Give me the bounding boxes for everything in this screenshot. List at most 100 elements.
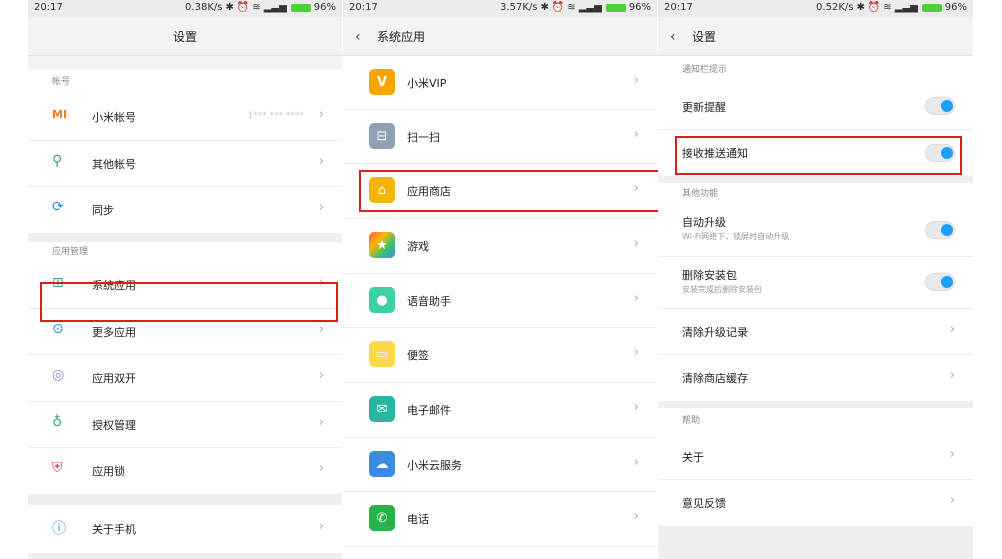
update-alert-toggle[interactable] (925, 97, 955, 115)
dual-apps-row[interactable]: ◎ 应用双开 › (28, 355, 342, 402)
vip-icon: V (369, 69, 395, 95)
delete-pkg-row: 删除安装包 安装完成后删除安装包 (658, 257, 973, 309)
battery-icon (921, 3, 942, 12)
auto-upgrade-sub: Wi-Fi网络下，锁屏时自动升级 (682, 232, 790, 241)
status-time: 20:17 (349, 2, 378, 13)
more-circle-icon: ⊙ (52, 321, 64, 337)
chevron-right-icon: › (633, 455, 639, 470)
envelope-icon: ✉ (369, 396, 395, 422)
auto-upgrade-toggle[interactable] (925, 221, 955, 239)
app-lock-label: 应用锁 (92, 465, 125, 478)
title-bar: ‹ 系统应用 (343, 17, 657, 56)
cloud-icon: ☁ (369, 451, 395, 477)
back-arrow-icon[interactable]: ‹ (355, 29, 361, 45)
chevron-right-icon: › (633, 236, 639, 251)
network-speed: 0.38K/s (185, 2, 223, 13)
highlight-box (675, 136, 962, 175)
phone-icon: ✆ (369, 505, 395, 531)
permissions-row[interactable]: ♁ 授权管理 › (28, 402, 342, 448)
sync-row[interactable]: ⟳ 同步 › (28, 187, 342, 233)
about-phone-label: 关于手机 (92, 523, 136, 536)
chevron-right-icon: › (633, 127, 639, 142)
dual-circle-icon: ◎ (52, 367, 65, 383)
highlight-box (359, 170, 661, 212)
app-label: 电话 (407, 513, 429, 526)
page-title: 设置 (172, 30, 197, 44)
app-row-scanner[interactable]: ⊟ 扫一扫 › (343, 110, 657, 164)
chevron-right-icon: › (318, 200, 324, 215)
system-apps-panel: 20:17 3.57K/s ✱ ⏰ ≋ ▂▃▅ 96% ‹ 系统应用 V 小米V… (343, 0, 657, 559)
app-row-mi-vip[interactable]: V 小米VIP › (343, 56, 657, 110)
chevron-right-icon: › (633, 345, 639, 360)
clear-records-label: 清除升级记录 (682, 326, 748, 339)
wifi-icon: ≋ (567, 2, 576, 13)
wifi-icon: ≋ (883, 2, 892, 13)
app-store-settings-panel: 20:17 0.52K/s ✱ ⏰ ≋ ▂▃▅ 96% ‹ 设置 通知栏提示 更… (658, 0, 973, 559)
status-time: 20:17 (34, 2, 63, 13)
app-lock-row[interactable]: ⛨ 应用锁 › (28, 448, 342, 494)
app-row-notes[interactable]: ▭ 便签 › (343, 328, 657, 383)
chevron-right-icon: › (318, 415, 324, 430)
app-label: 扫一扫 (407, 131, 440, 144)
chevron-right-icon: › (318, 368, 324, 383)
wifi-icon: ≋ (252, 2, 261, 13)
about-row[interactable]: 关于 › (658, 434, 973, 480)
delete-pkg-sub: 安装完成后删除安装包 (682, 285, 762, 294)
clear-cache-label: 清除商店缓存 (682, 372, 748, 385)
page-title: 设置 (692, 30, 717, 44)
clear-cache-row[interactable]: 清除商店缓存 › (658, 355, 973, 401)
section-header-notify: 通知栏提示 (682, 65, 728, 75)
chevron-right-icon: › (949, 322, 955, 337)
app-label: 游戏 (407, 240, 429, 253)
chevron-right-icon: › (949, 493, 955, 508)
chevron-right-icon: › (318, 461, 324, 476)
app-row-phone[interactable]: ✆ 电话 › (343, 492, 657, 547)
notes-icon: ▭ (369, 341, 395, 367)
settings-panel: 20:17 0.38K/s ✱ ⏰ ≋ ▂▃▅ 96% 设置 帐号 MI 小米帐… (28, 0, 342, 559)
battery-percent: 96% (313, 2, 336, 13)
permissions-label: 授权管理 (92, 419, 136, 432)
app-row-games[interactable]: ★ 游戏 › (343, 219, 657, 274)
signal-icon: ▂▃▅ (894, 2, 918, 13)
sync-icon: ⟳ (52, 199, 64, 215)
alarm-icon: ⏰ (867, 2, 881, 13)
back-arrow-icon[interactable]: ‹ (670, 29, 676, 45)
status-bar: 20:17 3.57K/s ✱ ⏰ ≋ ▂▃▅ 96% (343, 0, 657, 17)
mi-account-row[interactable]: MI 小米帐号 1*** *** **** › (28, 94, 342, 141)
app-row-mi-cloud[interactable]: ☁ 小米云服务 › (343, 438, 657, 492)
other-accounts-label: 其他帐号 (92, 158, 136, 171)
chevron-right-icon: › (949, 368, 955, 383)
more-apps-label: 更多应用 (92, 326, 136, 339)
feedback-row[interactable]: 意见反馈 › (658, 480, 973, 526)
app-row-email[interactable]: ✉ 电子邮件 › (343, 383, 657, 438)
title-bar: ‹ 设置 (658, 17, 973, 56)
other-accounts-row[interactable]: ⚲ 其他帐号 › (28, 141, 342, 187)
star-icon: ★ (369, 232, 395, 258)
about-phone-row[interactable]: ⓘ 关于手机 › (28, 505, 342, 553)
info-icon: ⓘ (52, 521, 66, 537)
app-label: 小米VIP (407, 77, 447, 90)
update-alert-row: 更新提醒 (658, 84, 973, 130)
chevron-right-icon: › (633, 400, 639, 415)
app-label: 语音助手 (407, 295, 451, 308)
mi-account-label: 小米帐号 (92, 111, 136, 124)
title-bar: 设置 (28, 17, 342, 56)
chevron-right-icon: › (633, 291, 639, 306)
app-row-voice-assistant[interactable]: ● 语音助手 › (343, 274, 657, 328)
clear-records-row[interactable]: 清除升级记录 › (658, 309, 973, 355)
signal-icon: ▂▃▅ (263, 2, 287, 13)
bluetooth-icon: ✱ (225, 2, 234, 13)
about-label: 关于 (682, 451, 704, 464)
microphone-icon: ● (369, 287, 395, 313)
delete-pkg-toggle[interactable] (925, 273, 955, 291)
delete-pkg-label: 删除安装包 (682, 269, 737, 282)
chevron-right-icon: › (633, 509, 639, 524)
section-header-other: 其他功能 (682, 189, 719, 199)
app-label: 电子邮件 (407, 404, 451, 417)
mi-logo-icon: MI (52, 108, 68, 121)
battery-icon (605, 3, 626, 12)
battery-percent: 96% (944, 2, 967, 13)
bluetooth-icon: ✱ (856, 2, 865, 13)
sync-label: 同步 (92, 204, 114, 217)
bluetooth-icon: ✱ (540, 2, 549, 13)
